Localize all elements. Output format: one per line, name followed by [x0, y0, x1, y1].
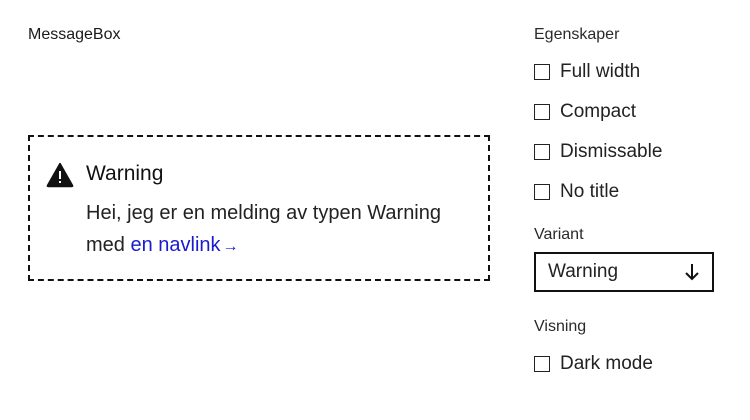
checkbox-label: Compact	[560, 101, 637, 122]
variant-title: Variant	[534, 226, 584, 243]
checkbox-box[interactable]	[534, 144, 550, 160]
arrow-down-icon	[685, 264, 699, 281]
checkbox-box[interactable]	[534, 356, 550, 372]
checkbox-label: Dark mode	[560, 353, 653, 374]
checkbox-box[interactable]	[534, 184, 550, 200]
checkbox-full-width[interactable]: Full width	[534, 60, 640, 84]
variant-select[interactable]: Warning	[534, 252, 714, 292]
display-title: Visning	[534, 318, 587, 335]
checkbox-compact[interactable]: Compact	[534, 100, 636, 124]
message-box-link[interactable]: en navlink	[130, 234, 220, 256]
message-box-body: Hei, jeg er en melding av typen Warning …	[86, 197, 466, 263]
checkbox-dismissable[interactable]: Dismissable	[534, 140, 662, 164]
variant-select-value: Warning	[548, 261, 619, 282]
checkbox-label: Full width	[560, 61, 641, 82]
checkbox-label: Dismissable	[560, 141, 663, 162]
message-box: Warning Hei, jeg er en melding av typen …	[28, 135, 490, 281]
checkbox-dark-mode[interactable]: Dark mode	[534, 352, 653, 376]
checkbox-no-title[interactable]: No title	[534, 180, 619, 204]
properties-title: Egenskaper	[534, 26, 620, 43]
checkbox-box[interactable]	[534, 104, 550, 120]
message-box-title: Warning	[86, 162, 164, 185]
checkbox-box[interactable]	[534, 64, 550, 80]
component-name-label: MessageBox	[28, 26, 121, 43]
checkbox-label: No title	[560, 181, 620, 202]
warning-triangle-icon	[46, 162, 74, 188]
link-arrow-icon: →	[222, 238, 239, 255]
